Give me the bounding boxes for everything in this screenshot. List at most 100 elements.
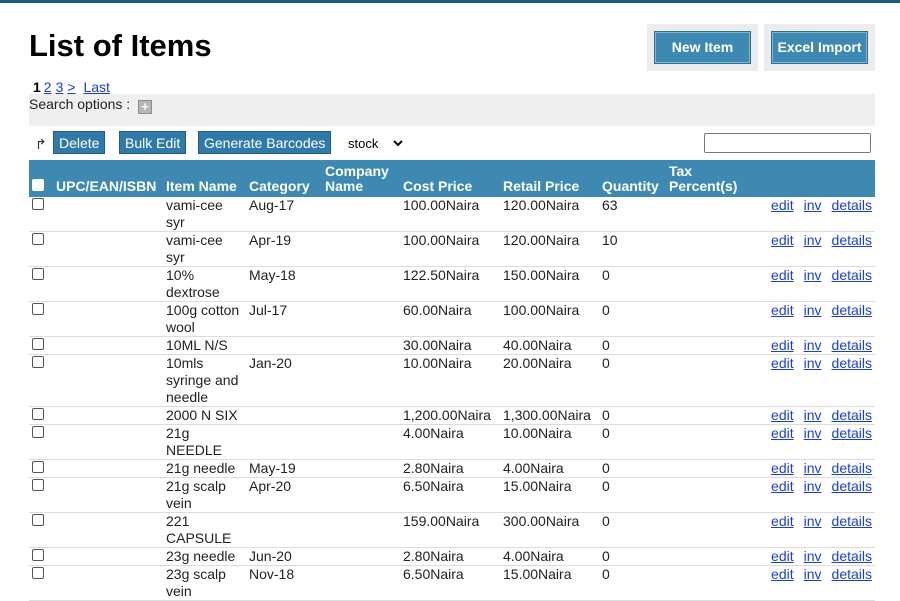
row-checkbox[interactable]: [32, 198, 44, 210]
tax-percent-cell: [666, 336, 744, 355]
details-link[interactable]: details: [832, 407, 872, 423]
inv-link[interactable]: inv: [804, 513, 822, 529]
filter-input[interactable]: [704, 133, 871, 153]
header-tax-percent[interactable]: Tax Percent(s): [666, 160, 744, 197]
delete-button[interactable]: Delete: [53, 131, 106, 154]
table-row: 21g NEEDLE 4.00Naira 10.00Naira 0 edit inv det…: [29, 424, 875, 460]
company-name-cell: [322, 565, 400, 601]
tax-percent-cell: [666, 354, 744, 407]
row-select-cell: [29, 512, 53, 548]
inv-link[interactable]: inv: [804, 407, 822, 423]
page-next-link[interactable]: >: [67, 79, 75, 95]
inv-link[interactable]: inv: [804, 548, 822, 564]
edit-link[interactable]: edit: [771, 425, 794, 441]
page-last-link[interactable]: Last: [83, 79, 109, 95]
header-retail-price[interactable]: Retail Price: [500, 160, 599, 197]
table-row: 10% dextrose May-18 122.50Naira 150.00Naira…: [29, 266, 875, 302]
inv-link[interactable]: inv: [804, 337, 822, 353]
stock-select[interactable]: stock: [343, 133, 407, 153]
header-upc[interactable]: UPC/EAN/ISBN: [53, 160, 163, 197]
row-checkbox[interactable]: [32, 549, 44, 561]
details-link[interactable]: details: [832, 355, 872, 371]
details-link[interactable]: details: [832, 513, 872, 529]
details-link[interactable]: details: [832, 425, 872, 441]
row-checkbox[interactable]: [32, 303, 44, 315]
details-link[interactable]: details: [832, 478, 872, 494]
bulk-edit-button[interactable]: Bulk Edit: [119, 131, 187, 154]
upc-cell: [53, 336, 163, 355]
edit-link[interactable]: edit: [771, 197, 794, 213]
details-link[interactable]: details: [832, 197, 872, 213]
edit-link[interactable]: edit: [771, 513, 794, 529]
edit-link[interactable]: edit: [771, 548, 794, 564]
edit-link[interactable]: edit: [771, 478, 794, 494]
inv-link[interactable]: inv: [804, 197, 822, 213]
details-link[interactable]: details: [832, 337, 872, 353]
row-checkbox[interactable]: [32, 567, 44, 579]
edit-link[interactable]: edit: [771, 337, 794, 353]
page-link-3[interactable]: 3: [56, 79, 64, 95]
row-checkbox[interactable]: [32, 233, 44, 245]
company-name-cell: [322, 406, 400, 425]
select-all-checkbox[interactable]: [32, 179, 44, 191]
new-item-button[interactable]: New Item: [654, 31, 751, 64]
page-link-2[interactable]: 2: [44, 79, 52, 95]
retail-price-cell: 300.00Naira: [500, 512, 599, 548]
row-checkbox[interactable]: [32, 514, 44, 526]
quantity-cell: 0: [599, 547, 666, 566]
row-checkbox[interactable]: [32, 426, 44, 438]
retail-price-cell: 20.00Naira: [500, 354, 599, 407]
details-link[interactable]: details: [832, 232, 872, 248]
inv-link[interactable]: inv: [804, 460, 822, 476]
cost-price-cell: 10.00Naira: [400, 354, 500, 407]
row-checkbox[interactable]: [32, 356, 44, 368]
details-link[interactable]: details: [832, 566, 872, 582]
table-row: 21g scalp vein Apr-20 6.50Naira 15.00Naira 0…: [29, 477, 875, 513]
details-link[interactable]: details: [832, 267, 872, 283]
row-actions-cell: edit inv details: [744, 197, 875, 232]
edit-link[interactable]: edit: [771, 232, 794, 248]
tax-percent-cell: [666, 565, 744, 601]
inv-link[interactable]: inv: [804, 267, 822, 283]
generate-barcodes-button[interactable]: Generate Barcodes: [198, 131, 332, 154]
inv-link[interactable]: inv: [804, 232, 822, 248]
header-cost-price[interactable]: Cost Price: [400, 160, 500, 197]
cost-price-cell: 2.80Naira: [400, 459, 500, 478]
row-actions-cell: edit inv details: [744, 231, 875, 267]
edit-link[interactable]: edit: [771, 407, 794, 423]
details-link[interactable]: details: [832, 548, 872, 564]
item-name-cell: 21g needle: [163, 459, 246, 478]
row-checkbox[interactable]: [32, 479, 44, 491]
cost-price-cell: 6.50Naira: [400, 565, 500, 601]
inv-link[interactable]: inv: [804, 302, 822, 318]
edit-link[interactable]: edit: [771, 355, 794, 371]
retail-price-cell: 150.00Naira: [500, 266, 599, 302]
edit-link[interactable]: edit: [771, 302, 794, 318]
edit-link[interactable]: edit: [771, 267, 794, 283]
row-checkbox[interactable]: [32, 338, 44, 350]
edit-link[interactable]: edit: [771, 566, 794, 582]
inv-link[interactable]: inv: [804, 355, 822, 371]
plus-icon[interactable]: +: [138, 100, 152, 114]
row-checkbox[interactable]: [32, 461, 44, 473]
excel-import-button[interactable]: Excel Import: [771, 31, 868, 64]
inv-link[interactable]: inv: [804, 566, 822, 582]
company-name-cell: [322, 424, 400, 460]
edit-link[interactable]: edit: [771, 460, 794, 476]
inv-link[interactable]: inv: [804, 478, 822, 494]
tax-percent-cell: [666, 406, 744, 425]
tax-percent-cell: [666, 231, 744, 267]
row-select-cell: [29, 547, 53, 566]
details-link[interactable]: details: [832, 460, 872, 476]
header-item-name[interactable]: Item Name: [163, 160, 246, 197]
item-name-cell: vami-cee syr: [163, 231, 246, 267]
row-checkbox[interactable]: [32, 408, 44, 420]
inv-link[interactable]: inv: [804, 425, 822, 441]
row-checkbox[interactable]: [32, 268, 44, 280]
header-company-name[interactable]: Company Name: [322, 160, 400, 197]
header-actions: [744, 160, 875, 197]
header-category[interactable]: Category: [246, 160, 322, 197]
header-quantity[interactable]: Quantity: [599, 160, 666, 197]
details-link[interactable]: details: [832, 302, 872, 318]
upc-cell: [53, 547, 163, 566]
